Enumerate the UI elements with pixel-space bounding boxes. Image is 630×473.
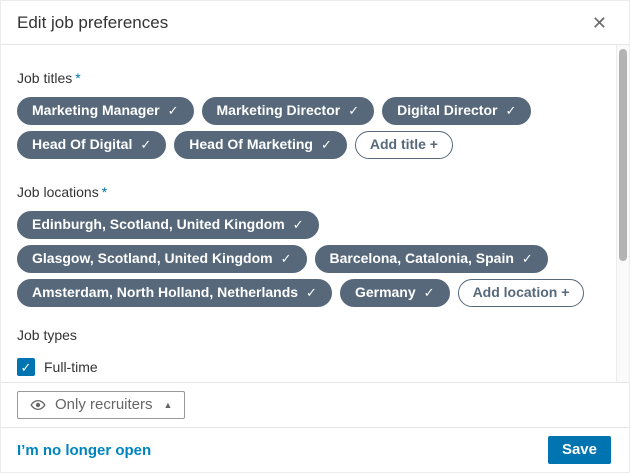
job-title-pill[interactable]: Head Of Digital ✓ — [17, 131, 167, 159]
pill-label: Digital Director — [397, 102, 498, 118]
visibility-dropdown-label: Only recruiters — [55, 396, 153, 413]
pill-label: Head Of Marketing — [189, 136, 313, 152]
scrollbar-track[interactable] — [616, 45, 629, 382]
job-location-pill[interactable]: Amsterdam, North Holland, Netherlands ✓ — [17, 279, 332, 307]
check-icon: ✓ — [505, 103, 517, 118]
job-titles-label: Job titles — [17, 70, 73, 86]
job-title-pill[interactable]: Digital Director ✓ — [382, 97, 532, 125]
pill-label: Marketing Manager — [32, 102, 160, 118]
check-icon: ✓ — [320, 137, 332, 152]
check-icon: ✓ — [423, 285, 435, 300]
dialog-title: Edit job preferences — [17, 12, 169, 32]
dialog-body: Job titles * Marketing Manager ✓ Marketin… — [1, 45, 629, 382]
full-time-checkbox[interactable]: ✓ — [17, 358, 35, 376]
visibility-bar: Only recruiters ▲ — [1, 382, 629, 427]
pill-label: Germany — [354, 284, 416, 300]
scrollbar-thumb[interactable] — [619, 49, 627, 261]
required-asterisk: * — [75, 70, 81, 86]
full-time-option: ✓ Full-time — [17, 358, 585, 376]
job-types-section: Job types ✓ Full-time — [17, 327, 585, 376]
check-icon: ✓ — [292, 217, 304, 232]
job-location-pill[interactable]: Glasgow, Scotland, United Kingdom ✓ — [17, 245, 307, 273]
close-icon[interactable]: ✕ — [586, 10, 613, 36]
pill-label: Barcelona, Catalonia, Spain — [329, 250, 514, 266]
job-location-pill[interactable]: Barcelona, Catalonia, Spain ✓ — [314, 245, 548, 273]
job-location-pill[interactable]: Edinburgh, Scotland, United Kingdom ✓ — [17, 211, 319, 239]
visibility-dropdown-button[interactable]: Only recruiters ▲ — [17, 391, 186, 419]
job-title-pill[interactable]: Marketing Manager ✓ — [17, 97, 194, 125]
check-icon: ✓ — [280, 251, 292, 266]
check-icon: ✓ — [521, 251, 533, 266]
pill-label: Head Of Digital — [32, 136, 133, 152]
job-title-pill[interactable]: Marketing Director ✓ — [201, 97, 375, 125]
job-types-label: Job types — [17, 327, 77, 343]
job-location-pill[interactable]: Germany ✓ — [339, 279, 450, 307]
scroll-content: Job titles * Marketing Manager ✓ Marketin… — [1, 45, 629, 382]
full-time-label: Full-time — [44, 359, 98, 375]
dialog-footer: I’m no longer open Save — [1, 427, 629, 472]
required-asterisk: * — [101, 184, 108, 200]
chevron-up-icon: ▲ — [163, 399, 173, 410]
eye-icon — [30, 397, 46, 413]
job-locations-label: Job locations — [17, 184, 99, 200]
edit-job-preferences-dialog: Edit job preferences ✕ Job titles * Marke… — [0, 0, 630, 473]
save-button[interactable]: Save — [547, 436, 611, 464]
add-location-button[interactable]: Add location + — [457, 279, 585, 307]
job-titles-section: Job titles * Marketing Manager ✓ Marketin… — [17, 70, 585, 159]
dialog-header: Edit job preferences ✕ — [1, 1, 629, 45]
no-longer-open-link[interactable]: I’m no longer open — [17, 442, 151, 459]
check-icon: ✓ — [348, 103, 360, 118]
job-titles-pill-group: Marketing Manager ✓ Marketing Director ✓… — [17, 97, 585, 159]
pill-label: Amsterdam, North Holland, Netherlands — [32, 284, 299, 300]
check-icon: ✓ — [140, 137, 152, 152]
job-locations-pill-group: Edinburgh, Scotland, United Kingdom ✓ Gl… — [17, 211, 585, 307]
job-title-pill[interactable]: Head Of Marketing ✓ — [174, 131, 347, 159]
pill-label: Glasgow, Scotland, United Kingdom — [32, 250, 273, 266]
check-icon: ✓ — [167, 103, 179, 118]
pill-label: Edinburgh, Scotland, United Kingdom — [32, 216, 285, 232]
add-title-button[interactable]: Add title + — [354, 131, 453, 159]
check-icon: ✓ — [306, 285, 317, 300]
pill-label: Marketing Director — [216, 102, 341, 118]
job-locations-section: Job locations * Edinburgh, Scotland, Unit… — [17, 184, 585, 307]
